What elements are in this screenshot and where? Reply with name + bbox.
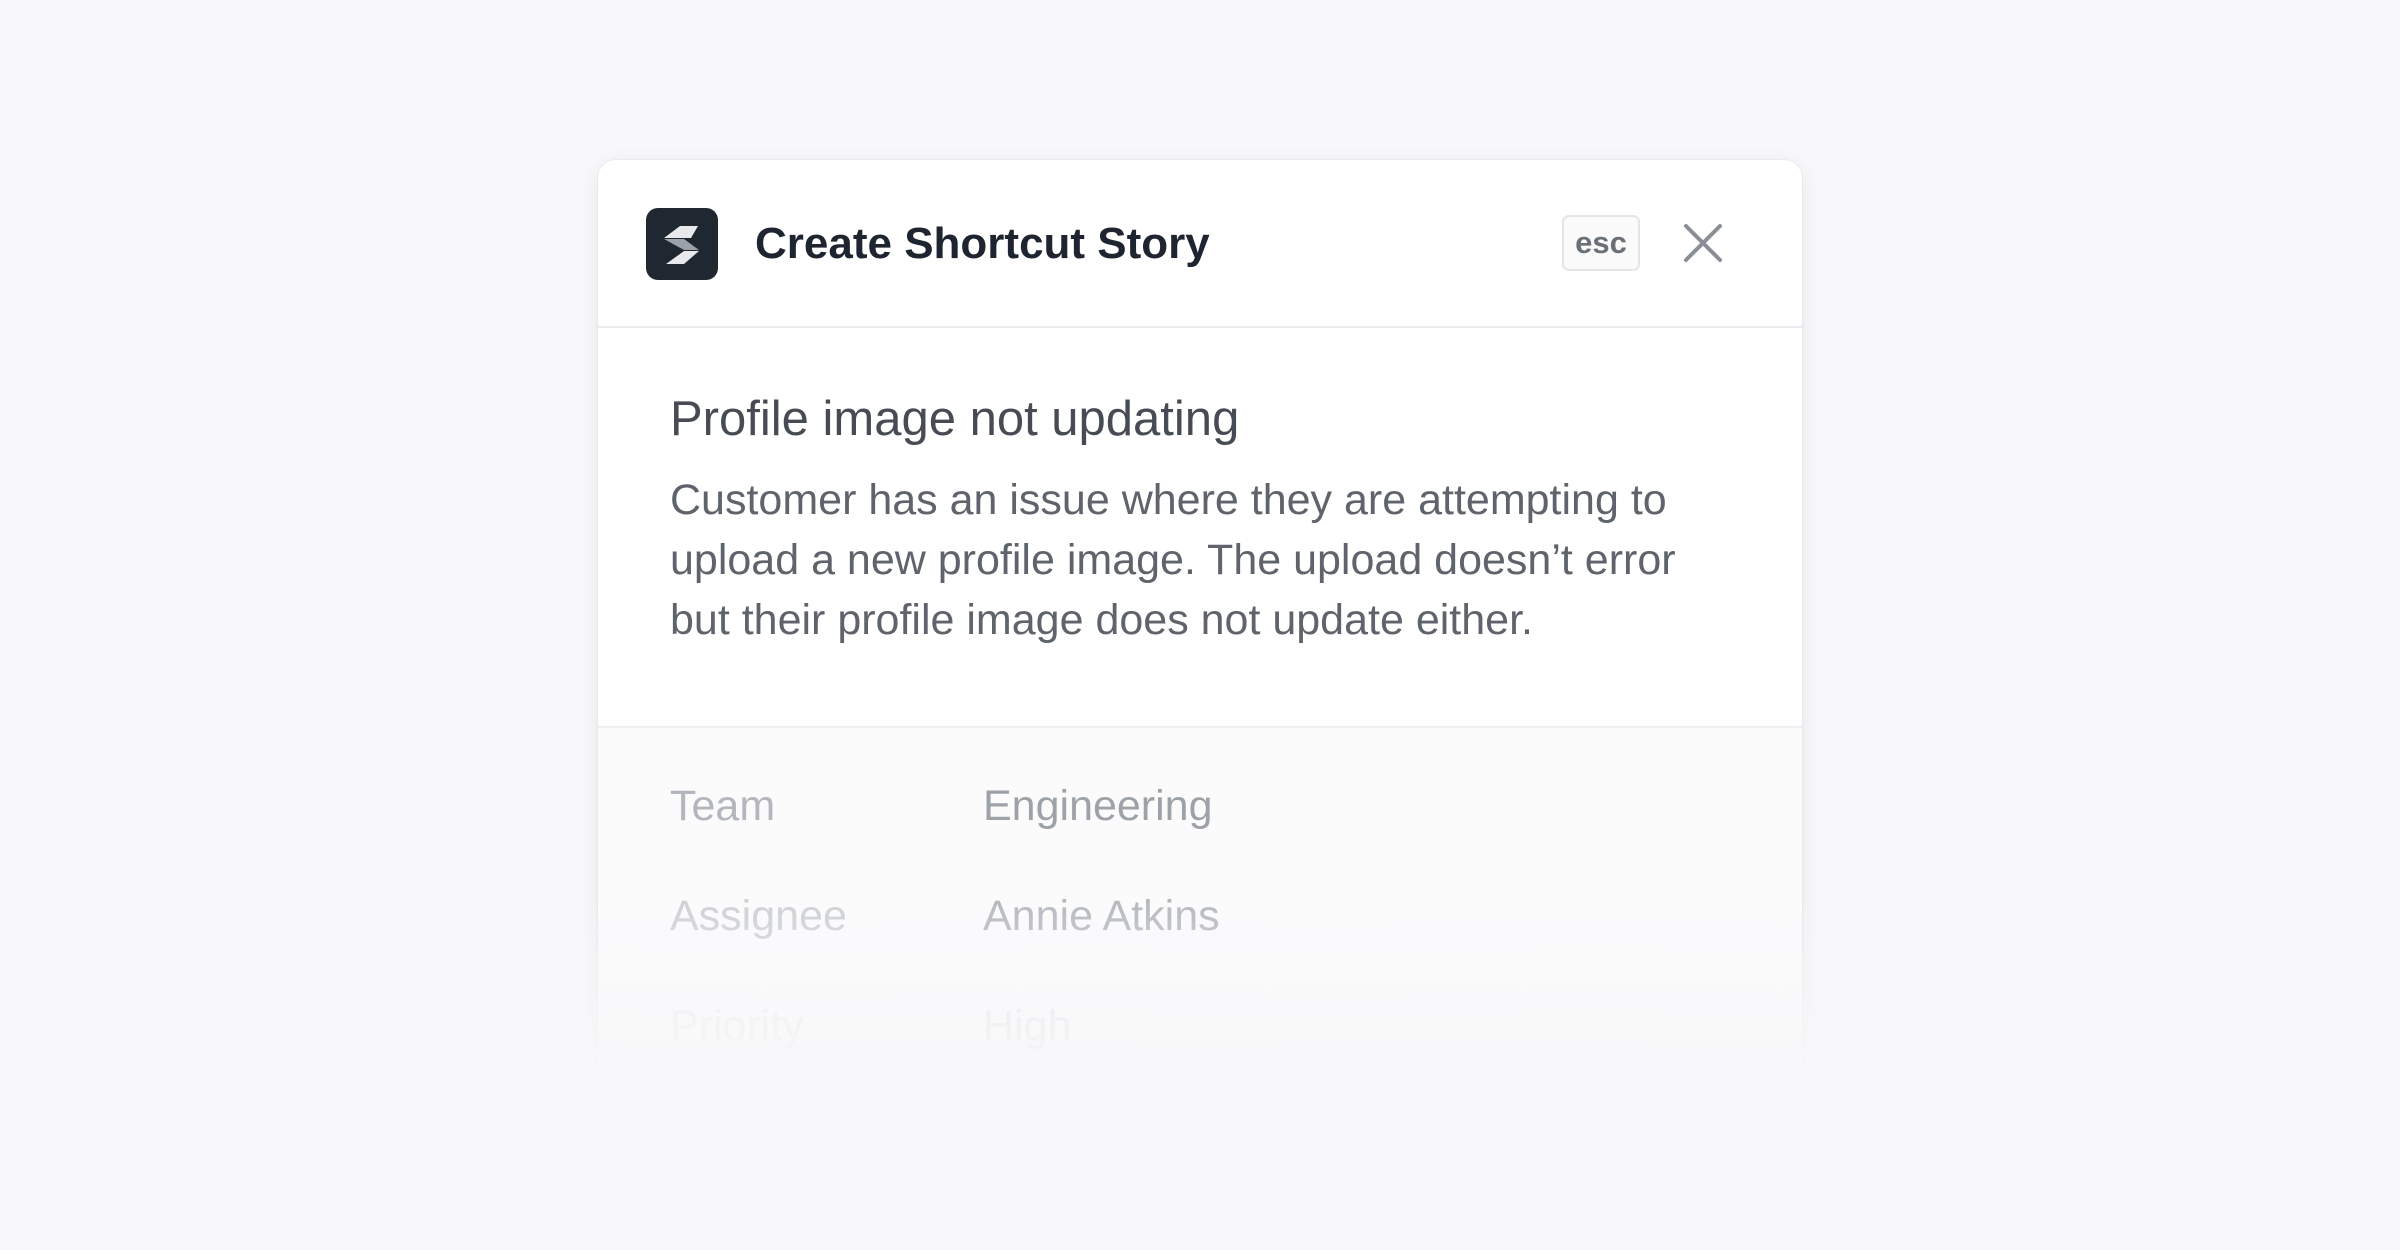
field-row-team[interactable]: Team Engineering xyxy=(670,776,1730,836)
shortcut-logo-icon xyxy=(646,208,718,280)
esc-key-badge[interactable]: esc xyxy=(1562,215,1640,271)
field-label-priority: Priority xyxy=(670,1002,804,1050)
field-label-team: Team xyxy=(670,782,776,830)
field-row-assignee[interactable]: Assignee Annie Atkins xyxy=(670,886,1730,946)
modal-title: Create Shortcut Story xyxy=(755,219,1210,268)
story-content: Profile image not updating Customer has … xyxy=(598,328,1802,728)
create-story-modal: Create Shortcut Story esc Profile image … xyxy=(598,160,1802,1100)
field-label-assignee: Assignee xyxy=(670,892,847,940)
story-title[interactable]: Profile image not updating xyxy=(670,390,1239,448)
field-value-team[interactable]: Engineering xyxy=(983,776,1213,836)
close-button[interactable] xyxy=(1676,216,1730,270)
field-row-priority[interactable]: Priority High xyxy=(670,996,1730,1056)
close-icon xyxy=(1684,224,1722,262)
story-fields: Team Engineering Assignee Annie Atkins P… xyxy=(598,728,1802,1100)
field-value-assignee[interactable]: Annie Atkins xyxy=(983,886,1220,946)
story-description[interactable]: Customer has an issue where they are att… xyxy=(670,470,1740,650)
modal-header: Create Shortcut Story esc xyxy=(598,160,1802,328)
field-value-priority[interactable]: High xyxy=(983,996,1071,1056)
